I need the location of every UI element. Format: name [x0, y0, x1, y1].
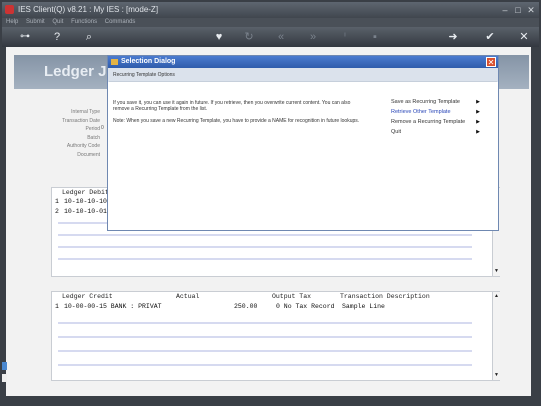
- credit-account: 10-00-00-15 BANK : PRIVAT: [64, 303, 162, 310]
- arrow-right-icon: ▶: [476, 99, 480, 105]
- info-icon[interactable]: ⁱ: [338, 30, 352, 44]
- option-remove-template[interactable]: Remove a Recurring Template ▶: [391, 118, 486, 126]
- table-row[interactable]: 1 10-00-00-15 BANK : PRIVAT 250.00 0 No …: [52, 303, 499, 311]
- menu-help[interactable]: Help: [6, 19, 18, 25]
- row-number: 1: [55, 198, 59, 205]
- col-description: Transaction Description: [340, 293, 430, 300]
- dialog-close-button[interactable]: ✕: [486, 57, 496, 67]
- col-ledger-credit: Ledger Credit: [62, 293, 113, 300]
- credit-header: Ledger Credit Actual Output Tax Transact…: [52, 292, 499, 301]
- arrow-right-icon: ▶: [476, 109, 480, 115]
- credit-grid: Ledger Credit Actual Output Tax Transact…: [51, 291, 500, 381]
- check-icon[interactable]: ✔: [483, 30, 497, 44]
- refresh-icon[interactable]: ↻: [242, 30, 256, 44]
- side-dock: [2, 362, 7, 392]
- grid-line: [58, 364, 472, 366]
- credit-description: Sample Line: [342, 303, 385, 310]
- back-icon[interactable]: «: [274, 30, 288, 44]
- debit-account: 10-10-10-10: [64, 198, 107, 205]
- row-number: 2: [55, 208, 59, 215]
- key-icon[interactable]: ⊶: [14, 30, 36, 44]
- menu-functions[interactable]: Functions: [71, 19, 97, 25]
- dialog-info-text: If you save it, you can use it again in …: [113, 100, 351, 112]
- option-label: Remove a Recurring Template: [391, 119, 466, 125]
- credit-actual: 250.00: [234, 303, 258, 310]
- label-document: Document: [77, 151, 100, 158]
- dock-icon[interactable]: [2, 374, 7, 382]
- label-transaction-date: Transaction Date: [62, 117, 100, 124]
- toolbar: ⊶ ? ⌕ ♥ ↻ « » ⁱ ▪ ➜ ✔ ✕: [2, 27, 539, 47]
- dialog-note-text: Note: When you save a new Recurring Temp…: [113, 118, 360, 124]
- close-icon[interactable]: ✕: [517, 30, 531, 44]
- arrow-right-icon: ▶: [476, 129, 480, 135]
- grid-line: [58, 246, 472, 248]
- close-window-button[interactable]: ✕: [525, 4, 537, 16]
- window-title: IES Client(Q) v8.21 : My IES : [mode-Z]: [18, 5, 159, 14]
- credit-tax: 0 No Tax Record: [276, 303, 335, 310]
- title-bar: IES Client(Q) v8.21 : My IES : [mode-Z] …: [2, 2, 539, 18]
- col-actual: Actual: [176, 293, 200, 300]
- scroll-down-icon[interactable]: ▼: [493, 372, 500, 379]
- right-edge: [531, 47, 539, 396]
- label-period: Period: [85, 126, 100, 132]
- maximize-button[interactable]: □: [512, 4, 524, 16]
- dialog-title: Selection Dialog: [121, 58, 176, 65]
- arrow-right-icon: ▶: [476, 119, 480, 125]
- option-quit[interactable]: Quit ▶: [391, 128, 486, 136]
- grid-line: [58, 322, 472, 324]
- dock-icon[interactable]: [2, 362, 7, 370]
- minimize-button[interactable]: –: [499, 4, 511, 16]
- label-internal-type: Internal Type: [71, 109, 100, 115]
- dialog-subtitle: Recurring Template Options: [113, 72, 175, 78]
- menu-submit[interactable]: Submit: [26, 19, 45, 25]
- option-retrieve-template[interactable]: Retrieve Other Template ▶: [391, 108, 486, 116]
- grid-line: [58, 234, 472, 236]
- dialog-icon: [111, 59, 118, 65]
- option-label: Retrieve Other Template: [391, 109, 451, 115]
- doc-icon[interactable]: ▪: [368, 30, 382, 44]
- option-save-template[interactable]: Save as Recurring Template ▶: [391, 98, 486, 106]
- option-label: Quit: [391, 129, 402, 135]
- credit-scrollbar[interactable]: ▲ ▼: [492, 292, 500, 380]
- left-edge: [2, 47, 6, 396]
- search-icon[interactable]: ⌕: [82, 30, 96, 44]
- page-title: Ledger Jou: [44, 63, 112, 80]
- forward-icon[interactable]: »: [306, 30, 320, 44]
- form-labels: Internal Type Transaction Date Period Ba…: [30, 108, 100, 159]
- debit-account: 10-10-10-01: [64, 208, 107, 215]
- heart-icon[interactable]: ♥: [212, 30, 226, 44]
- menu-commands[interactable]: Commands: [105, 19, 136, 25]
- dialog-title-bar: Selection Dialog ✕: [108, 56, 498, 68]
- next-icon[interactable]: ➜: [446, 30, 460, 44]
- row-number: 1: [55, 303, 59, 310]
- grid-line: [58, 258, 472, 260]
- menu-bar: Help Submit Quit Functions Commands: [2, 18, 539, 27]
- label-authority-code: Authority Code: [66, 143, 100, 149]
- app-icon: [5, 5, 14, 14]
- help-icon[interactable]: ?: [50, 30, 64, 44]
- period-value[interactable]: 0: [101, 125, 104, 131]
- scroll-down-icon[interactable]: ▼: [493, 268, 500, 275]
- grid-line: [58, 336, 472, 338]
- col-output-tax: Output Tax: [272, 293, 312, 300]
- dialog-body: If you save it, you can use it again in …: [108, 82, 498, 230]
- grid-line: [58, 350, 472, 352]
- menu-quit[interactable]: Quit: [52, 19, 63, 25]
- selection-dialog: Selection Dialog ✕ Recurring Template Op…: [107, 55, 499, 231]
- option-label: Save as Recurring Template: [391, 99, 460, 105]
- scroll-up-icon[interactable]: ▲: [493, 293, 500, 300]
- label-batch: Batch: [87, 134, 100, 141]
